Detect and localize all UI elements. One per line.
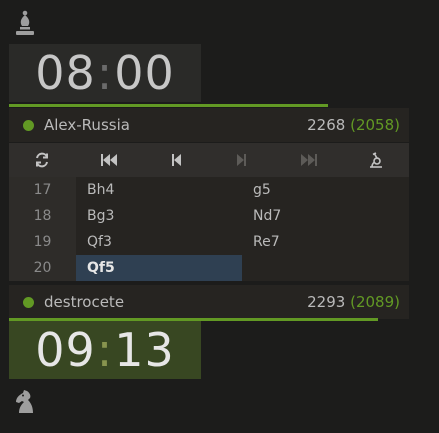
clock-minutes: 09 (35, 323, 96, 377)
self-player-row: destrocete 2293 (2089) (9, 285, 409, 319)
move-row: 20 Qf5 (9, 255, 409, 281)
move-number: 20 (9, 255, 76, 281)
microscope-icon (369, 152, 382, 168)
black-move[interactable]: Re7 (242, 229, 409, 255)
online-status-dot (23, 296, 34, 308)
flip-board-button[interactable] (9, 143, 76, 177)
move-controls (9, 143, 409, 177)
clock-seconds: 13 (114, 323, 175, 377)
move-number: 17 (9, 177, 76, 203)
analysis-button[interactable] (342, 143, 409, 177)
flip-icon (36, 152, 49, 168)
rating-value: 2293 (307, 293, 346, 311)
clock-minutes: 08 (35, 46, 96, 100)
black-move[interactable]: Nd7 (242, 203, 409, 229)
skip-back-icon (101, 154, 117, 166)
rating-provisional: (2089) (350, 293, 400, 311)
move-row: 19 Qf3 Re7 (9, 229, 409, 255)
prev-move-button[interactable] (142, 143, 209, 177)
last-move-button[interactable] (276, 143, 343, 177)
step-forward-icon (237, 154, 247, 166)
opponent-player-row: Alex-Russia 2268 (2058) (9, 108, 409, 142)
rating-provisional: (2058) (350, 116, 400, 134)
player-rating: 2268 (2058) (307, 116, 400, 134)
opponent-clock: 08:00 (9, 44, 201, 102)
clock-separator: : (96, 323, 114, 377)
move-row: 18 Bg3 Nd7 (9, 203, 409, 229)
clock-separator: : (96, 46, 114, 100)
skip-forward-icon (301, 154, 318, 166)
knight-icon (12, 388, 39, 420)
move-number: 19 (9, 229, 76, 255)
next-move-button[interactable] (209, 143, 276, 177)
white-move[interactable]: Bg3 (76, 203, 242, 229)
black-move (242, 255, 409, 281)
clock-seconds: 00 (114, 46, 175, 100)
move-row: 17 Bh4 g5 (9, 177, 409, 203)
step-back-icon (171, 154, 181, 166)
white-move[interactable]: Bh4 (76, 177, 242, 203)
white-move[interactable]: Qf3 (76, 229, 242, 255)
player-rating: 2293 (2089) (307, 293, 400, 311)
player-name[interactable]: destrocete (44, 293, 307, 311)
player-clock: 09:13 (9, 321, 201, 379)
move-number: 18 (9, 203, 76, 229)
online-status-dot (23, 119, 34, 131)
opponent-clock-bar (9, 104, 328, 107)
rating-value: 2268 (307, 116, 346, 134)
first-move-button[interactable] (76, 143, 143, 177)
black-move[interactable]: g5 (242, 177, 409, 203)
move-list: 17 Bh4 g5 18 Bg3 Nd7 19 Qf3 Re7 20 Qf5 (9, 177, 409, 281)
player-name[interactable]: Alex-Russia (44, 116, 307, 134)
bishop-icon (13, 10, 37, 41)
current-move[interactable]: Qf5 (76, 255, 242, 281)
